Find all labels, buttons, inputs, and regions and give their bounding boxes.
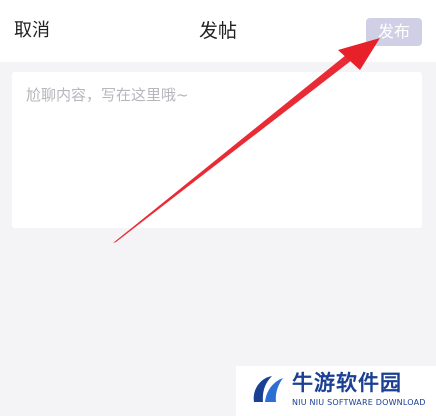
watermark-subtitle: NIU NIU SOFTWARE DOWNLOAD [292, 398, 426, 407]
publish-button[interactable]: 发布 [366, 18, 422, 46]
cancel-button[interactable]: 取消 [14, 18, 50, 44]
post-content-input[interactable] [12, 72, 422, 228]
post-editor [12, 72, 422, 228]
top-bar: 取消 发帖 发布 [0, 0, 436, 62]
watermark-title: 牛游软件园 [292, 371, 402, 395]
watermark: 牛游软件园 NIU NIU SOFTWARE DOWNLOAD [236, 366, 436, 416]
niuyou-logo-icon [253, 376, 283, 402]
